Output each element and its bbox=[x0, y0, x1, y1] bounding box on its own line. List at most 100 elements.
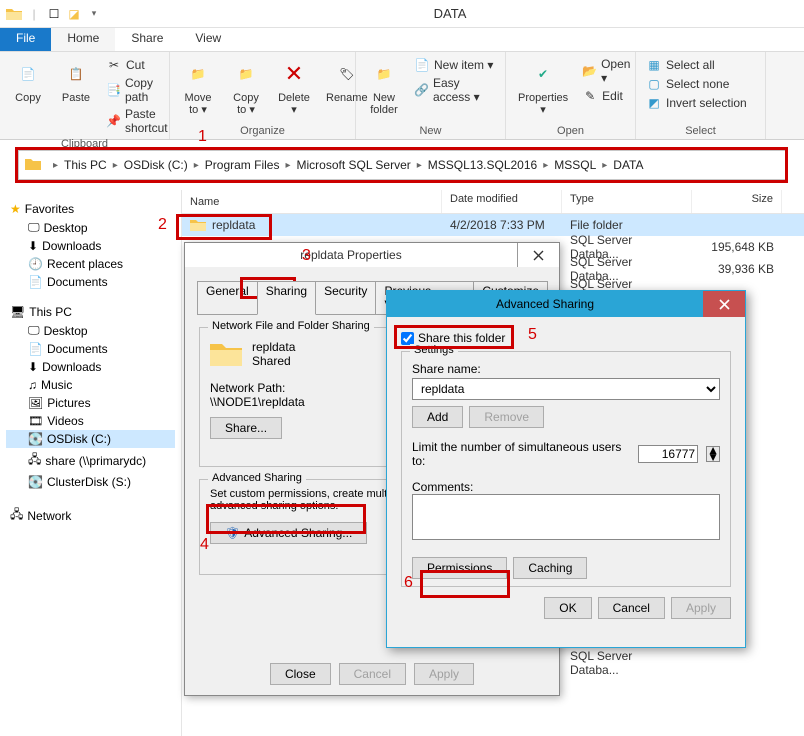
crumb-sqlserver[interactable]: Microsoft SQL Server bbox=[293, 158, 415, 172]
crumb-mssql13[interactable]: MSSQL13.SQL2016 bbox=[424, 158, 541, 172]
sidebar-item-pc-pictures[interactable]: 🖼Pictures bbox=[6, 394, 175, 412]
permissions-button[interactable]: Permissions bbox=[412, 557, 507, 579]
folder-icon bbox=[25, 157, 41, 174]
cut-button[interactable]: ✂Cut bbox=[102, 56, 173, 74]
copy-button[interactable]: 📄Copy bbox=[6, 56, 50, 136]
ok-button[interactable]: OK bbox=[544, 597, 591, 619]
sidebar-item-share[interactable]: 🖧share (\\primarydc) bbox=[6, 448, 175, 473]
edit-button[interactable]: ✎Edit bbox=[578, 87, 635, 105]
share-name-label: Share name: bbox=[412, 362, 720, 376]
delete-button[interactable]: ✕Delete ▾ bbox=[272, 56, 316, 118]
crumb-thispc[interactable]: This PC bbox=[60, 158, 111, 172]
advanced-sharing-button[interactable]: 🛡Advanced Sharing... bbox=[210, 522, 367, 544]
cancel-button: Cancel bbox=[339, 663, 406, 685]
sidebar-item-pc-videos[interactable]: 🎞Videos bbox=[6, 412, 175, 430]
caching-button[interactable]: Caching bbox=[513, 557, 587, 579]
share-button[interactable]: Share... bbox=[210, 417, 282, 439]
list-header: Name Date modified Type Size bbox=[182, 190, 804, 214]
remove-button: Remove bbox=[469, 406, 544, 428]
step-3: 3 bbox=[302, 247, 311, 265]
easy-access-button[interactable]: 🔗Easy access ▾ bbox=[410, 75, 499, 105]
sidebar-item-osdisk[interactable]: 💽OSDisk (C:) bbox=[6, 430, 175, 448]
qat-menu-icon[interactable]: ◪ bbox=[66, 6, 82, 22]
chevron-right-icon[interactable]: ▸ bbox=[111, 160, 120, 171]
crumb-programfiles[interactable]: Program Files bbox=[201, 158, 284, 172]
network-group[interactable]: 🖧Network bbox=[6, 503, 175, 528]
sidebar-item-pc-downloads[interactable]: ⬇Downloads bbox=[6, 358, 175, 376]
new-item-button[interactable]: 📄New item ▾ bbox=[410, 56, 499, 74]
file-tab[interactable]: File bbox=[0, 28, 51, 51]
crumb-osdisk[interactable]: OSDisk (C:) bbox=[120, 158, 192, 172]
select-group-label: Select bbox=[642, 123, 759, 137]
cancel-button[interactable]: Cancel bbox=[598, 597, 665, 619]
list-item-repldata[interactable]: repldata 4/2/2018 7:33 PM File folder bbox=[182, 214, 804, 236]
col-type[interactable]: Type bbox=[562, 190, 692, 213]
col-size[interactable]: Size bbox=[692, 190, 782, 213]
shield-icon: 🛡 bbox=[225, 526, 240, 540]
close-icon[interactable] bbox=[703, 291, 745, 317]
sidebar-item-recent[interactable]: 🕘Recent places bbox=[6, 255, 175, 273]
col-date[interactable]: Date modified bbox=[442, 190, 562, 213]
col-name[interactable]: Name bbox=[182, 190, 442, 213]
close-button[interactable]: Close bbox=[270, 663, 331, 685]
step-2: 2 bbox=[158, 216, 167, 234]
view-tab[interactable]: View bbox=[179, 28, 237, 51]
qat-divider: | bbox=[26, 6, 42, 22]
window-title: DATA bbox=[102, 6, 798, 21]
address-bar[interactable]: ▸ This PC▸ OSDisk (C:)▸ Program Files▸ M… bbox=[18, 150, 786, 180]
chevron-right-icon[interactable]: ▸ bbox=[541, 160, 550, 171]
add-button[interactable]: Add bbox=[412, 406, 463, 428]
new-folder-button[interactable]: 📁New folder bbox=[362, 56, 406, 118]
copy-to-button[interactable]: 📁Copy to ▾ bbox=[224, 56, 268, 118]
sidebar-item-documents[interactable]: 📄Documents bbox=[6, 273, 175, 291]
chevron-right-icon[interactable]: ▸ bbox=[415, 160, 424, 171]
copy-path-button[interactable]: 📑Copy path bbox=[102, 75, 173, 105]
properties-button[interactable]: ✔Properties ▾ bbox=[512, 56, 574, 118]
paste-button[interactable]: 📋Paste bbox=[54, 56, 98, 136]
thispc-group[interactable]: 🖥This PC bbox=[6, 303, 175, 321]
dialog-title: repldata Properties bbox=[185, 248, 517, 262]
share-name-select[interactable]: repldata bbox=[412, 378, 720, 400]
chevron-right-icon[interactable]: ▸ bbox=[51, 160, 60, 171]
limit-input[interactable] bbox=[638, 445, 698, 463]
share-folder-check-input[interactable] bbox=[401, 332, 414, 345]
comments-input[interactable] bbox=[412, 494, 720, 540]
apply-button: Apply bbox=[414, 663, 474, 685]
step-4: 4 bbox=[200, 536, 209, 554]
crumb-data[interactable]: DATA bbox=[609, 158, 647, 172]
sidebar-item-clusterdisk[interactable]: 💽ClusterDisk (S:) bbox=[6, 473, 175, 491]
share-folder-checkbox[interactable]: Share this folder bbox=[401, 331, 731, 345]
tab-sharing[interactable]: Sharing bbox=[257, 281, 316, 315]
sidebar-item-downloads[interactable]: ⬇Downloads bbox=[6, 237, 175, 255]
qat-dropdown-icon[interactable]: ▾ bbox=[86, 6, 102, 22]
open-group-label: Open bbox=[512, 123, 629, 137]
sidebar-item-pc-music[interactable]: ♫Music bbox=[6, 376, 175, 394]
paste-shortcut-button[interactable]: 📌Paste shortcut bbox=[102, 106, 173, 136]
move-to-button[interactable]: 📁Move to ▾ bbox=[176, 56, 220, 118]
chevron-right-icon[interactable]: ▸ bbox=[192, 160, 201, 171]
share-name: repldata bbox=[252, 340, 295, 354]
menu-bar: File Home Share View bbox=[0, 28, 804, 52]
tab-general[interactable]: General bbox=[197, 281, 258, 314]
qat-props-icon[interactable]: ☐ bbox=[46, 6, 62, 22]
sidebar-item-pc-desktop[interactable]: 🖵Desktop bbox=[6, 321, 175, 340]
new-group-label: New bbox=[362, 123, 499, 137]
share-tab[interactable]: Share bbox=[115, 28, 179, 51]
advanced-sharing-dialog: Advanced Sharing Share this folder Setti… bbox=[386, 290, 746, 648]
select-all-button[interactable]: ▦Select all bbox=[642, 56, 759, 74]
crumb-mssql[interactable]: MSSQL bbox=[550, 158, 600, 172]
step-5: 5 bbox=[528, 326, 537, 344]
home-tab[interactable]: Home bbox=[51, 28, 115, 51]
select-none-button[interactable]: ▢Select none bbox=[642, 75, 759, 93]
share-folder-check-label: Share this folder bbox=[418, 331, 505, 345]
open-button[interactable]: 📂Open ▾ bbox=[578, 56, 635, 86]
chevron-right-icon[interactable]: ▸ bbox=[600, 160, 609, 171]
invert-selection-button[interactable]: ◩Invert selection bbox=[642, 94, 759, 112]
sidebar-item-desktop[interactable]: 🖵Desktop bbox=[6, 218, 175, 237]
sidebar-item-pc-documents[interactable]: 📄Documents bbox=[6, 340, 175, 358]
close-icon[interactable] bbox=[517, 243, 559, 267]
favorites-group[interactable]: ★Favorites bbox=[6, 200, 175, 218]
chevron-right-icon[interactable]: ▸ bbox=[283, 160, 292, 171]
spin-buttons[interactable]: ▲▼ bbox=[706, 446, 720, 462]
tab-security[interactable]: Security bbox=[315, 281, 376, 314]
